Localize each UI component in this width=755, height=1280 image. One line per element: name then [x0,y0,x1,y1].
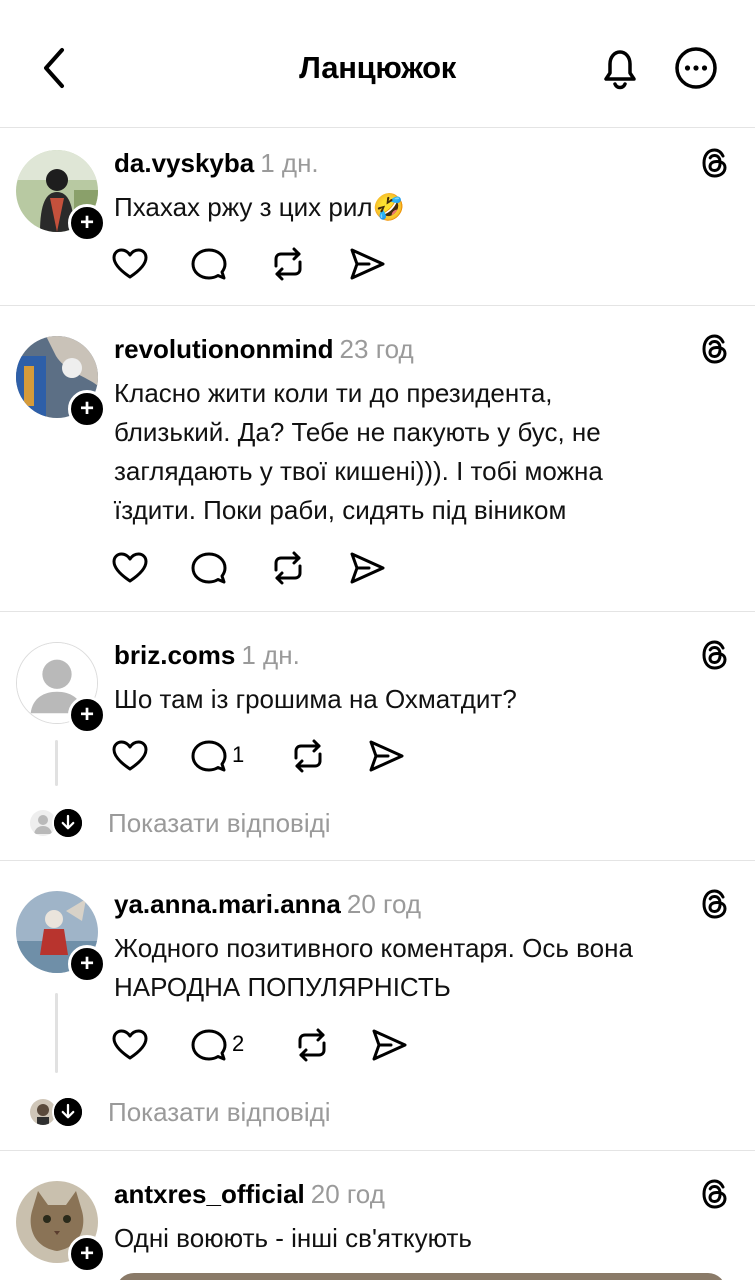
media-preview[interactable] [116,1273,726,1280]
repost-icon[interactable] [292,1025,332,1065]
post-actions: 1 [110,736,410,776]
post-time: 20 год [346,889,422,919]
follow-plus-icon[interactable]: + [68,696,106,734]
send-icon[interactable] [347,244,387,284]
post-time: 1 дн. [241,640,300,670]
post-text: Жодного позитивного коментаря. Ось вона … [114,933,633,1002]
avatar-container[interactable]: + [16,642,106,734]
heart-icon[interactable] [110,244,150,284]
threads-logo-icon[interactable] [698,332,732,366]
post-text: Класно жити коли ти до президента, близь… [114,378,603,525]
threads-logo-icon[interactable] [698,146,732,180]
comment-icon[interactable] [189,1025,229,1065]
post: + revolutiononmind 23 год Класно жити кол… [0,306,755,612]
username[interactable]: da.vyskyba [114,148,254,178]
avatar-container[interactable]: + [16,1181,106,1273]
comment-icon[interactable] [189,736,229,776]
post-actions [110,244,410,284]
thread-line [55,740,58,786]
username[interactable]: revolutiononmind [114,334,334,364]
post-time: 20 год [310,1179,385,1209]
repost-icon[interactable] [268,548,308,588]
username[interactable]: briz.coms [114,640,235,670]
username[interactable]: ya.anna.mari.anna [114,889,341,919]
thread-line [55,993,58,1073]
arrow-down-icon [52,1096,84,1128]
top-bar: Ланцюжок [0,0,755,128]
heart-icon[interactable] [110,1025,150,1065]
repost-icon[interactable] [288,736,328,776]
show-replies-row[interactable]: Показати відповіді [28,1096,368,1131]
comment-icon[interactable] [189,244,229,284]
send-icon[interactable] [347,548,387,588]
follow-plus-icon[interactable]: + [68,945,106,983]
post-text: Шо там із грошима на Охматдит? [114,684,517,714]
avatar-container[interactable]: + [16,336,106,428]
post-text: Пхахах ржу з цих рил🤣 [114,192,405,222]
reply-count: 2 [232,1031,245,1056]
post-text: Одні воюють - інші св'яткують [114,1223,472,1253]
post-actions: 2 [110,1025,410,1065]
avatar-container[interactable]: + [16,891,106,983]
show-replies-link[interactable]: Показати відповіді [108,808,331,839]
follow-plus-icon[interactable]: + [68,390,106,428]
repost-icon[interactable] [268,244,308,284]
avatar-container[interactable]: + [16,150,106,242]
send-icon[interactable] [366,736,406,776]
post-time: 23 год [339,334,414,364]
show-replies-row[interactable]: Показати відповіді [28,807,368,842]
threads-logo-icon[interactable] [698,887,732,921]
arrow-down-icon [52,807,84,839]
more-options-icon[interactable] [672,44,720,92]
username[interactable]: antxres_official [114,1179,305,1209]
threads-logo-icon[interactable] [698,638,732,672]
post-actions [110,548,410,588]
follow-plus-icon[interactable]: + [68,204,106,242]
post: + antxres_official 20 год Одні воюють - і… [0,1151,755,1280]
reply-count: 1 [232,742,245,767]
comment-icon[interactable] [189,548,229,588]
bell-icon[interactable] [596,44,644,92]
post: + briz.coms 1 дн. Шо там із грошима на Ох… [0,612,755,861]
send-icon[interactable] [369,1025,409,1065]
heart-icon[interactable] [110,548,150,588]
show-replies-link[interactable]: Показати відповіді [108,1097,331,1128]
post: + ya.anna.mari.anna 20 год Жодного позити… [0,861,755,1151]
threads-logo-icon[interactable] [698,1177,732,1211]
post: + da.vyskyba 1 дн. Пхахах ржу з цих рил🤣 [0,128,755,306]
follow-plus-icon[interactable]: + [68,1235,106,1273]
post-time: 1 дн. [260,148,319,178]
heart-icon[interactable] [110,736,150,776]
